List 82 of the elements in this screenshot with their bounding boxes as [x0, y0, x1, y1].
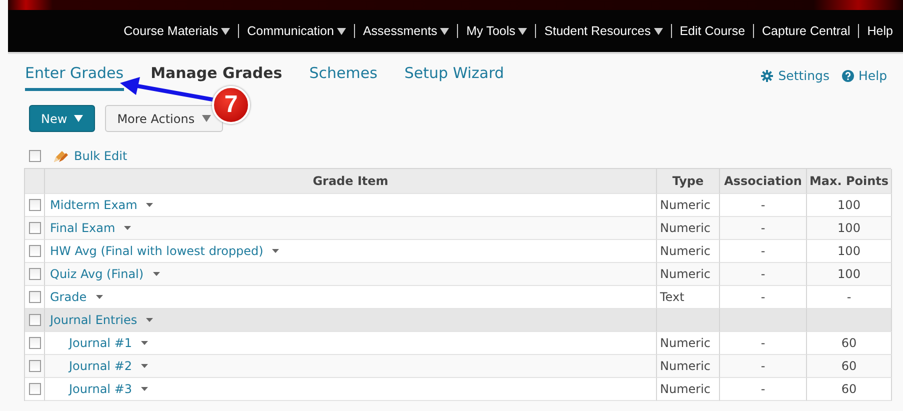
nav-link[interactable]: My Tools — [457, 24, 536, 38]
settings-link[interactable]: Settings — [761, 68, 830, 83]
table-cell: 100 — [807, 217, 892, 240]
column-header: Max. Points — [807, 169, 892, 194]
caret-icon — [440, 28, 450, 34]
tab[interactable]: Enter Grades — [25, 64, 124, 91]
row-checkbox[interactable] — [28, 337, 40, 349]
table-cell: 60 — [807, 355, 892, 378]
grade-item-link[interactable]: Journal #2 — [69, 359, 148, 373]
caret-icon — [221, 28, 230, 34]
table-cell: Numeric — [657, 263, 720, 286]
caret-icon — [146, 203, 154, 207]
column-header: Grade Item — [45, 169, 657, 194]
table-cell: - — [720, 286, 807, 309]
row-checkbox[interactable] — [28, 245, 40, 257]
new-button[interactable]: New — [29, 105, 96, 132]
grade-item-link[interactable]: Midterm Exam — [50, 198, 154, 212]
caret-icon — [74, 115, 84, 122]
table-cell: Numeric — [657, 378, 720, 401]
table-cell: 60 — [807, 378, 892, 401]
table-cell: - — [720, 355, 807, 378]
caret-icon — [96, 295, 103, 299]
table-cell: - — [720, 263, 807, 286]
caret-icon — [124, 226, 132, 230]
table-cell: 100 — [807, 263, 892, 286]
tab[interactable]: Setup Wizard — [404, 64, 504, 91]
table-cell: - — [807, 286, 892, 309]
row-checkbox[interactable] — [28, 383, 40, 395]
step-badge: 7 — [212, 86, 250, 124]
category-link[interactable]: Journal Entries — [50, 313, 154, 327]
pencil-icon — [53, 150, 68, 162]
row-checkbox[interactable] — [28, 222, 40, 234]
table-cell: - — [720, 378, 807, 401]
caret-icon — [336, 28, 346, 34]
column-header: Association — [720, 169, 807, 194]
column-header: Type — [657, 169, 720, 194]
caret-icon — [654, 28, 663, 34]
table-cell: - — [720, 194, 807, 217]
caret-icon — [141, 341, 148, 345]
table-cell: - — [720, 240, 807, 263]
table-cell: Numeric — [657, 240, 720, 263]
row-checkbox[interactable] — [28, 314, 40, 326]
table-cell: Numeric — [657, 332, 720, 355]
select-all-checkbox[interactable] — [29, 150, 41, 162]
nav-link[interactable]: Course Materials — [116, 24, 238, 38]
caret-icon — [518, 28, 528, 34]
table-cell: Numeric — [657, 355, 720, 378]
table-cell: Numeric — [657, 217, 720, 240]
row-checkbox[interactable] — [28, 360, 40, 372]
table-cell: Text — [657, 286, 720, 309]
grade-item-link[interactable]: Journal #3 — [69, 382, 148, 396]
gear-icon — [761, 70, 774, 82]
nav-link[interactable]: Help — [858, 24, 901, 38]
row-checkbox[interactable] — [28, 268, 40, 280]
row-checkbox[interactable] — [28, 199, 40, 211]
caret-icon — [141, 387, 148, 391]
caret-icon — [152, 272, 160, 276]
grade-item-link[interactable]: Final Exam — [50, 221, 132, 235]
more-actions-button[interactable]: More Actions — [105, 105, 223, 132]
grade-item-link[interactable]: Quiz Avg (Final) — [50, 267, 160, 281]
bulk-edit-link[interactable]: Bulk Edit — [53, 149, 128, 163]
nav-link[interactable]: Student Resources — [535, 24, 671, 38]
table-cell: - — [720, 217, 807, 240]
nav-link[interactable]: Capture Central — [753, 24, 858, 38]
caret-icon — [141, 364, 148, 368]
table-cell: Numeric — [657, 194, 720, 217]
tab[interactable]: Schemes — [309, 64, 378, 91]
nav-link[interactable]: Communication — [238, 24, 354, 38]
grade-item-link[interactable]: Grade — [50, 290, 103, 304]
nav-link[interactable]: Assessments — [354, 24, 458, 38]
table-cell: - — [720, 332, 807, 355]
table-cell: 100 — [807, 194, 892, 217]
caret-icon — [272, 249, 280, 253]
nav-link[interactable]: Edit Course — [670, 24, 754, 38]
row-checkbox[interactable] — [28, 291, 40, 303]
table-cell: 60 — [807, 332, 892, 355]
caret-icon — [202, 115, 211, 122]
caret-icon — [146, 318, 154, 322]
help-link[interactable]: Help — [842, 68, 887, 83]
table-cell: 100 — [807, 240, 892, 263]
grade-item-link[interactable]: Journal #1 — [69, 336, 148, 350]
help-icon — [842, 70, 854, 82]
